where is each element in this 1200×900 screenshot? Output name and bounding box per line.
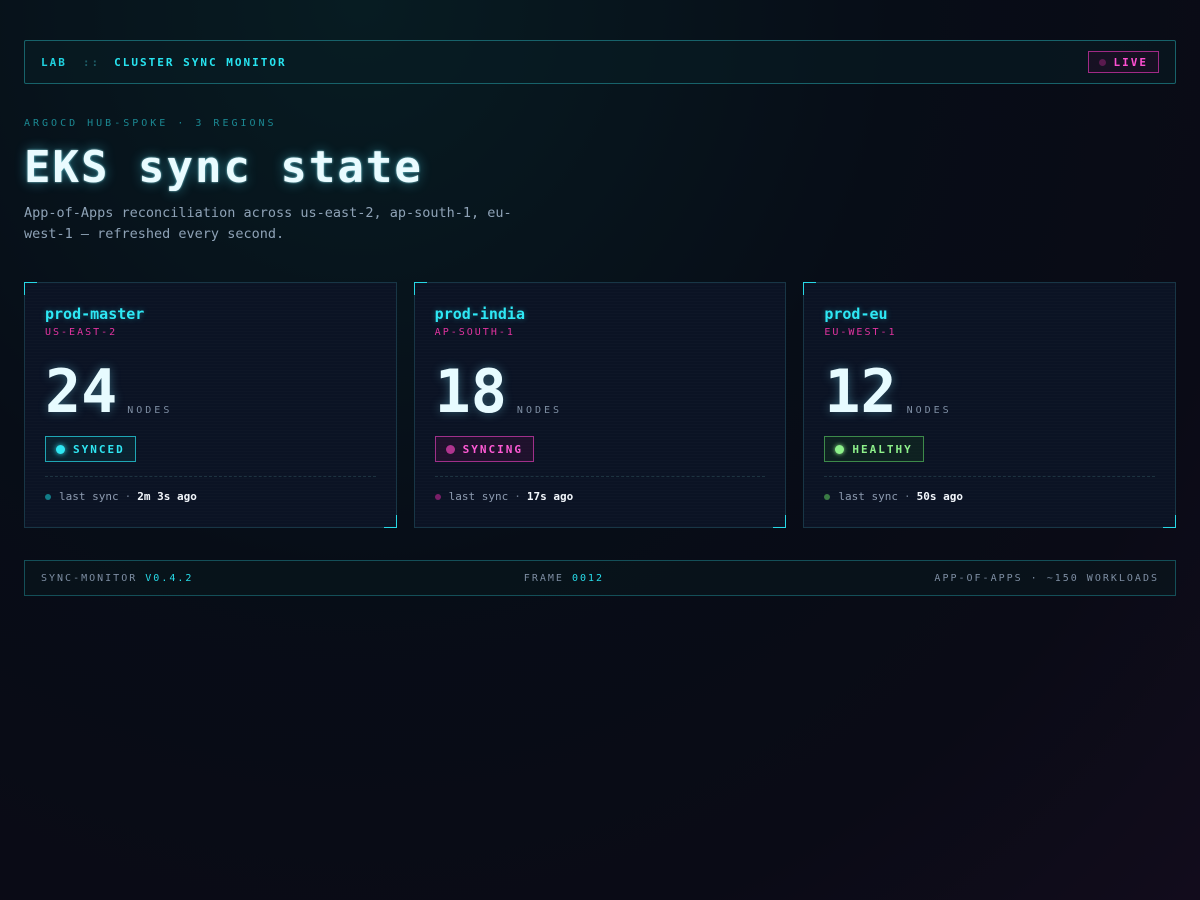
node-count: 18 — [434, 357, 507, 427]
app-title: CLUSTER SYNC MONITOR — [114, 55, 287, 69]
corner-bracket-icon — [773, 515, 787, 528]
status-dot-icon — [445, 444, 455, 454]
cluster-cards: prod-master US-EAST-2 24 NODES SYNCED la… — [24, 282, 1177, 528]
sync-dot-icon — [45, 493, 51, 500]
status-label: SYNCING — [462, 442, 524, 456]
divider — [824, 476, 1156, 477]
status-dot-icon — [835, 444, 845, 454]
last-sync: last sync · 2m 3s ago — [45, 490, 376, 503]
footer-version-value: V0.4.2 — [145, 572, 194, 584]
node-count-row: 18 NODES — [435, 360, 766, 422]
node-count: 12 — [824, 357, 897, 427]
status-badge: SYNCING — [434, 436, 535, 462]
last-sync-value: 50s ago — [916, 490, 963, 503]
corner-bracket-icon — [383, 515, 397, 528]
footer-version: SYNC-MONITOR V0.4.2 — [41, 573, 193, 584]
node-count: 24 — [45, 357, 118, 427]
corner-bracket-icon — [803, 282, 817, 295]
status-badge: SYNCED — [45, 436, 136, 462]
last-sync-value: 2m 3s ago — [137, 490, 197, 503]
footer-app-label: SYNC-MONITOR — [41, 572, 138, 584]
node-count-row: 12 NODES — [824, 360, 1155, 422]
top-bar: LAB :: CLUSTER SYNC MONITOR LIVE — [24, 40, 1176, 84]
status-badge: HEALTHY — [824, 436, 924, 462]
footer-frame-value: 0012 — [571, 572, 605, 584]
corner-bracket-icon — [24, 282, 37, 295]
node-count-row: 24 NODES — [45, 360, 376, 422]
live-label: LIVE — [1113, 55, 1148, 69]
cluster-card-prod-master: prod-master US-EAST-2 24 NODES SYNCED la… — [24, 282, 397, 528]
last-sync-separator: · — [124, 490, 132, 503]
page-title: EKS sync state — [24, 142, 423, 193]
cluster-region: US-EAST-2 — [45, 327, 118, 338]
footer-status-bar: SYNC-MONITOR V0.4.2 FRAME 0012 APP-OF-AP… — [24, 560, 1176, 596]
cluster-region: AP-SOUTH-1 — [434, 327, 515, 338]
status-label: SYNCED — [73, 442, 125, 456]
divider — [45, 476, 376, 477]
last-sync: last sync · 50s ago — [824, 490, 1155, 503]
node-count-label: NODES — [127, 405, 173, 416]
divider — [434, 476, 766, 477]
live-dot-icon — [1098, 58, 1106, 66]
lab-label: LAB — [41, 55, 67, 69]
last-sync-label: last sync — [448, 490, 509, 503]
footer-frame-label: FRAME — [523, 572, 564, 584]
node-count-label: NODES — [906, 405, 952, 416]
last-sync-separator: · — [903, 490, 911, 503]
sync-dot-icon — [824, 493, 831, 500]
cluster-name: prod-master — [45, 305, 145, 323]
sync-dot-icon — [434, 493, 441, 500]
cluster-name: prod-eu — [824, 305, 888, 323]
last-sync-separator: · — [514, 490, 521, 503]
cluster-card-prod-india: prod-india AP-SOUTH-1 18 NODES SYNCING l… — [413, 282, 787, 528]
corner-bracket-icon — [413, 282, 427, 295]
status-label: HEALTHY — [852, 442, 913, 456]
page-subtitle: App-of-Apps reconciliation across us-eas… — [24, 205, 512, 242]
hero-eyebrow: ARGOCD HUB-SPOKE · 3 REGIONS — [24, 118, 277, 129]
live-badge: LIVE — [1087, 51, 1159, 73]
cluster-name: prod-india — [434, 305, 525, 323]
breadcrumb: LAB :: CLUSTER SYNC MONITOR — [41, 56, 287, 69]
page: LAB :: CLUSTER SYNC MONITOR LIVE ARGOCD … — [24, 40, 1177, 596]
footer-frame: FRAME 0012 — [524, 573, 604, 584]
last-sync-value: 17s ago — [526, 490, 574, 503]
corner-bracket-icon — [1163, 515, 1177, 528]
cluster-region: EU-WEST-1 — [824, 327, 897, 338]
last-sync: last sync · 17s ago — [434, 490, 766, 503]
node-count-label: NODES — [516, 405, 563, 416]
footer-summary: APP-OF-APPS · ~150 WORKLOADS — [934, 572, 1159, 584]
status-dot-icon — [56, 444, 65, 454]
cluster-card-prod-eu: prod-eu EU-WEST-1 12 NODES HEALTHY last … — [803, 282, 1177, 528]
breadcrumb-separator: :: — [82, 55, 101, 69]
last-sync-label: last sync — [838, 490, 898, 503]
last-sync-label: last sync — [59, 490, 119, 503]
